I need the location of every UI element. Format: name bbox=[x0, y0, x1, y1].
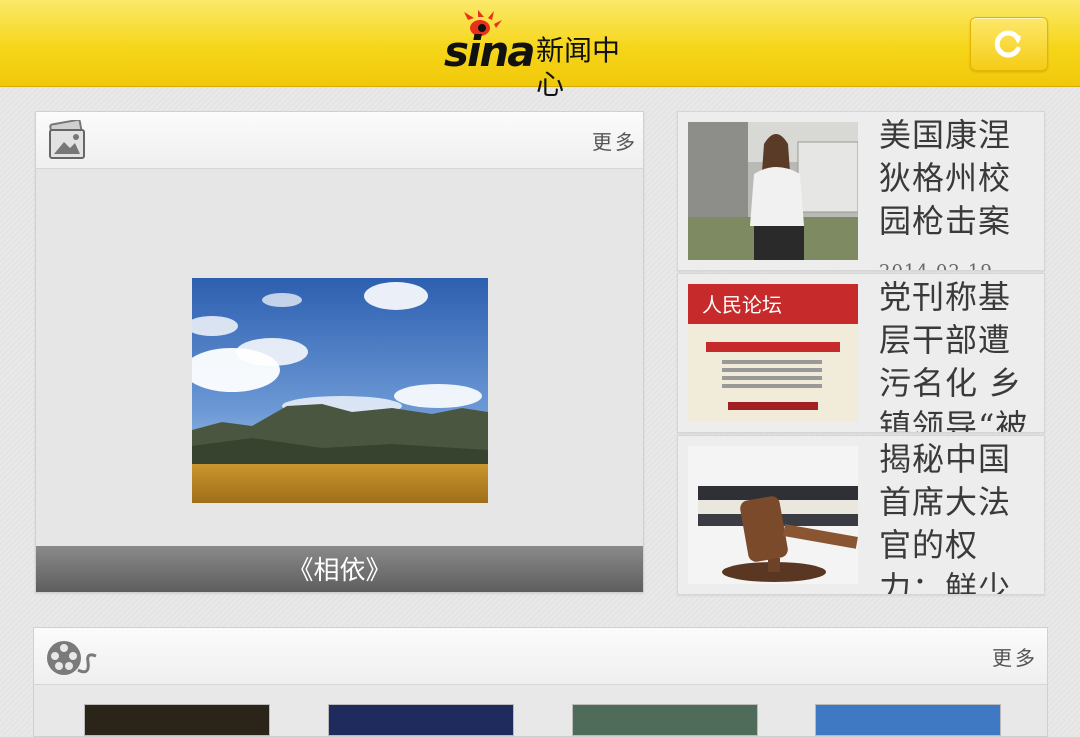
refresh-icon bbox=[994, 30, 1021, 58]
news-title: 美国康涅狄格州校园枪击案 bbox=[879, 116, 1012, 240]
news-thumbnail bbox=[688, 446, 858, 584]
news-thumbnail: 人民论坛 bbox=[688, 284, 858, 422]
page-title: 新闻中心 bbox=[536, 34, 621, 101]
video-more-link[interactable]: 更多 bbox=[992, 642, 1038, 671]
svg-text:人民论坛: 人民论坛 bbox=[702, 293, 782, 317]
news-date: 2014-02-19 bbox=[879, 262, 1043, 271]
photo-panel-header: 更多 bbox=[36, 112, 643, 169]
photo-more-link[interactable]: 更多 bbox=[592, 126, 638, 155]
news-title: 党刊称基层干部遭污名化 乡镇领导“被幸福” bbox=[879, 278, 1029, 433]
video-thumbnail[interactable] bbox=[328, 704, 514, 736]
video-panel: 更多 bbox=[33, 627, 1048, 737]
app-header: sina 新闻中心 bbox=[0, 0, 1080, 101]
sina-logo: sina 新闻中心 bbox=[444, 10, 644, 101]
video-thumbnail[interactable] bbox=[815, 704, 1001, 736]
film-reel-icon bbox=[47, 641, 97, 675]
photo-panel: 更多 《相依》 bbox=[35, 111, 644, 593]
photo-caption: 《相依》 bbox=[36, 546, 643, 592]
news-item[interactable]: 人民论坛 党刊称基层干部遭污名化 乡镇领导“被幸福” bbox=[677, 273, 1045, 433]
photo-album-icon bbox=[49, 120, 85, 159]
news-title: 揭秘中国首席大法官的权力：鲜少审案多在协 bbox=[879, 440, 1012, 595]
photo-image[interactable] bbox=[184, 278, 488, 503]
refresh-button[interactable] bbox=[970, 17, 1048, 71]
video-panel-header: 更多 bbox=[34, 628, 1047, 685]
news-item[interactable]: 揭秘中国首席大法官的权力：鲜少审案多在协 bbox=[677, 435, 1045, 595]
news-item[interactable]: 美国康涅狄格州校园枪击案 2014-02-19 bbox=[677, 111, 1045, 271]
video-thumbnail[interactable] bbox=[84, 704, 270, 736]
video-thumbnail[interactable] bbox=[572, 704, 758, 736]
news-thumbnail bbox=[688, 122, 858, 260]
sina-wordmark: sina bbox=[444, 27, 536, 76]
